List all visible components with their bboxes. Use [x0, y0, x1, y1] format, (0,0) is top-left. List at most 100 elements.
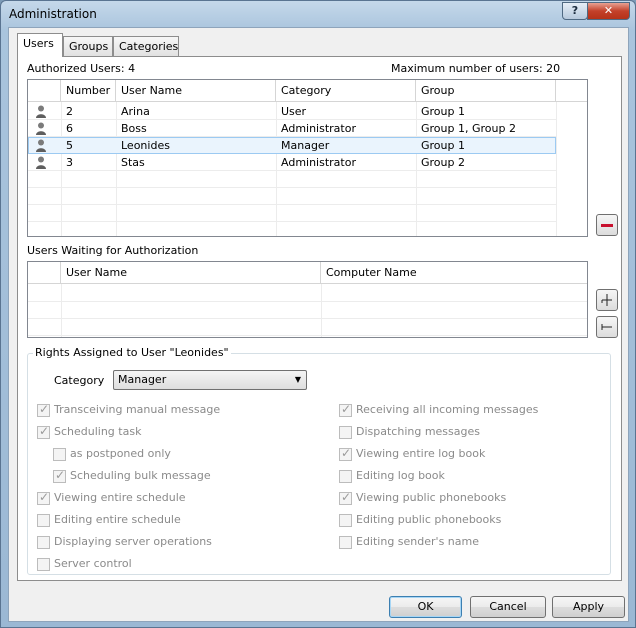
close-button[interactable]: ✕ — [587, 2, 630, 20]
column-header-icon[interactable] — [28, 262, 61, 284]
checkbox-label: Receiving all incoming messages — [356, 403, 539, 416]
cell-category: Administrator — [281, 156, 356, 169]
tab-users[interactable]: Users — [17, 33, 63, 57]
column-header-number[interactable]: Number — [61, 80, 116, 102]
reject-user-button[interactable] — [596, 316, 618, 338]
checkbox-label: Editing public phonebooks — [356, 513, 502, 526]
checkbox-box — [339, 426, 352, 439]
table-row-selected[interactable]: 5 Leonides Manager Group 1 — [28, 137, 556, 154]
user-icon — [36, 139, 46, 152]
grid-line — [321, 284, 322, 337]
add-user-icon — [601, 294, 612, 306]
checkbox-box — [37, 536, 50, 549]
category-select-value: Manager — [118, 373, 167, 386]
dialog-client: Users Groups Categories Authorized Users… — [8, 27, 629, 622]
checkbox-box: ✓ — [339, 490, 352, 505]
checkbox-box — [339, 514, 352, 527]
column-header-category[interactable]: Category — [276, 80, 416, 102]
checkbox-label: Viewing public phonebooks — [356, 491, 507, 504]
user-icon — [36, 156, 46, 169]
checkbox-box: ✓ — [53, 468, 66, 483]
column-header-group[interactable]: Group — [416, 80, 556, 102]
table-row[interactable]: 2 Arina User Group 1 — [28, 103, 556, 120]
authorize-user-button[interactable] — [596, 289, 618, 311]
table-row[interactable]: 3 Stas Administrator Group 2 — [28, 154, 556, 171]
grid-line — [28, 204, 556, 205]
grid-line — [28, 187, 556, 188]
cell-user-name: Arina — [121, 105, 150, 118]
cell-number: 5 — [66, 139, 73, 152]
checkbox-label: Editing entire schedule — [54, 513, 181, 526]
checkbox-box — [339, 536, 352, 549]
authorized-users-label: Authorized Users: 4 — [27, 62, 136, 75]
cell-number: 2 — [66, 105, 73, 118]
column-header-user-name[interactable]: User Name — [61, 262, 321, 284]
authorized-users-grid[interactable]: Number User Name Category Group 2 Arina … — [27, 79, 588, 237]
checkbox-box — [37, 558, 50, 571]
cell-number: 6 — [66, 122, 73, 135]
table-row[interactable]: 6 Boss Administrator Group 1, Group 2 — [28, 120, 556, 137]
grid-line — [61, 284, 62, 337]
check-icon: ✓ — [341, 402, 352, 416]
cell-group: Group 1, Group 2 — [421, 122, 516, 135]
cell-category: Manager — [281, 139, 330, 152]
checkbox-label: Viewing entire log book — [356, 447, 486, 460]
ok-button[interactable]: OK — [389, 596, 462, 618]
checkbox-label: Scheduling task — [54, 425, 142, 438]
cell-user-name: Leonides — [121, 139, 170, 152]
checkbox-box — [37, 514, 50, 527]
checkbox-box: ✓ — [339, 402, 352, 417]
checkbox-box: ✓ — [37, 490, 50, 505]
user-icon — [36, 122, 46, 135]
grid-line — [28, 335, 587, 336]
user-icon — [36, 105, 46, 118]
checkbox-label: Scheduling bulk message — [70, 469, 211, 482]
reject-user-icon — [601, 324, 612, 330]
column-header-icon[interactable] — [28, 80, 61, 102]
cancel-button[interactable]: Cancel — [470, 596, 546, 618]
checkbox-label: Editing sender's name — [356, 535, 479, 548]
checkbox-label: as postponed only — [70, 447, 171, 460]
checkbox-box — [53, 448, 66, 461]
tab-groups[interactable]: Groups — [63, 36, 113, 56]
tab-categories[interactable]: Categories — [113, 36, 179, 56]
cell-category: User — [281, 105, 307, 118]
help-button[interactable]: ? — [562, 2, 588, 20]
max-users-label: Maximum number of users: 20 — [391, 62, 561, 75]
administration-window: Administration ? ✕ Users Groups Categori… — [0, 0, 636, 628]
column-header-computer-name[interactable]: Computer Name — [321, 262, 587, 284]
checkbox-label: Editing log book — [356, 469, 445, 482]
grid-line — [28, 318, 587, 319]
grid-line — [28, 301, 587, 302]
checkbox-label: Transceiving manual message — [54, 403, 221, 416]
cell-user-name: Boss — [121, 122, 147, 135]
checkbox-label: Displaying server operations — [54, 535, 212, 548]
grid-line — [556, 102, 557, 236]
check-icon: ✓ — [341, 490, 352, 504]
check-icon: ✓ — [341, 446, 352, 460]
minus-icon — [601, 224, 613, 227]
title-bar[interactable]: Administration ? ✕ — [1, 1, 635, 29]
waiting-users-grid[interactable]: User Name Computer Name — [27, 261, 588, 338]
checkbox-box: ✓ — [37, 424, 50, 439]
column-header-user-name[interactable]: User Name — [116, 80, 276, 102]
cell-group: Group 1 — [421, 139, 465, 152]
category-select[interactable]: Manager ▼ — [113, 370, 307, 390]
window-title: Administration — [9, 7, 97, 21]
apply-button[interactable]: Apply — [552, 596, 625, 618]
grid-line — [28, 221, 556, 222]
remove-user-button[interactable] — [596, 214, 618, 236]
checkbox-label: Viewing entire schedule — [54, 491, 186, 504]
checkbox-label: Dispatching messages — [356, 425, 480, 438]
cell-category: Administrator — [281, 122, 356, 135]
rights-groupbox: Rights Assigned to User "Leonides" Categ… — [27, 346, 611, 575]
waiting-users-label: Users Waiting for Authorization — [27, 244, 199, 257]
cell-user-name: Stas — [121, 156, 145, 169]
column-header-filler — [556, 80, 587, 102]
check-icon: ✓ — [55, 468, 66, 482]
users-tab-panel: Authorized Users: 4 Maximum number of us… — [17, 56, 622, 581]
cell-group: Group 1 — [421, 105, 465, 118]
check-icon: ✓ — [39, 402, 50, 416]
cell-number: 3 — [66, 156, 73, 169]
checkbox-box: ✓ — [37, 402, 50, 417]
